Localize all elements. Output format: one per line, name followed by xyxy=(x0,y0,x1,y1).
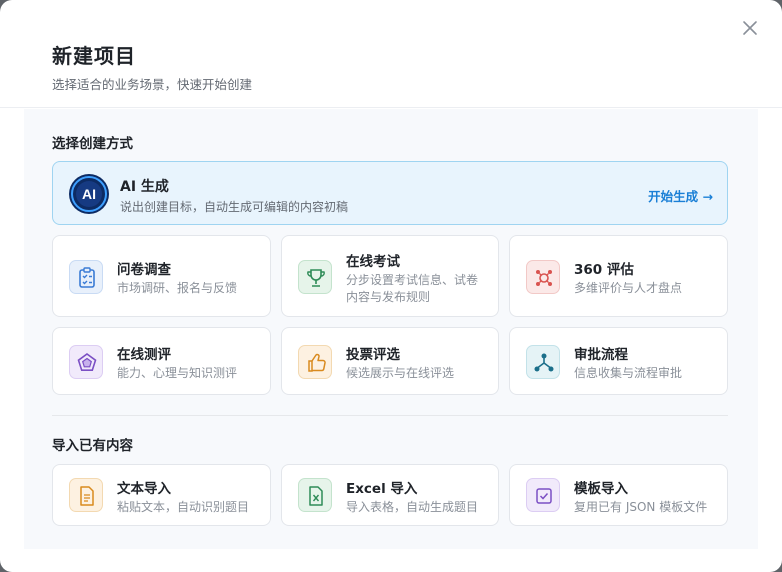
close-icon xyxy=(743,21,757,35)
excel-file-icon xyxy=(298,478,332,512)
close-button[interactable] xyxy=(740,18,760,38)
ai-card-title: AI 生成 xyxy=(120,179,169,195)
card-desc: 市场调研、报名与反馈 xyxy=(117,281,238,295)
card-desc: 候选展示与在线评选 xyxy=(346,366,455,380)
new-project-dialog: 新建项目 选择适合的业务场景，快速开始创建 选择创建方式 AI AI 生成 说出… xyxy=(0,0,782,572)
card-title: 在线测评 xyxy=(117,347,171,363)
card-desc: 复用已有 JSON 模板文件 xyxy=(574,500,708,514)
card-title: 投票评选 xyxy=(346,347,400,363)
trophy-icon xyxy=(298,260,332,294)
card-title: 文本导入 xyxy=(117,481,171,497)
card-online-exam[interactable]: 在线考试 分步设置考试信息、试卷内容与发布规则 xyxy=(281,235,499,317)
workflow-icon xyxy=(526,345,560,379)
card-assessment[interactable]: 在线测评 能力、心理与知识测评 xyxy=(52,327,271,395)
card-title: 360 评估 xyxy=(574,262,634,278)
ai-logo-icon: AI xyxy=(69,174,109,214)
card-title: 模板导入 xyxy=(574,481,628,497)
ai-logo-text: AI xyxy=(82,186,96,202)
dialog-title: 新建项目 xyxy=(52,44,136,68)
card-desc: 多维评价与人才盘点 xyxy=(574,281,683,295)
card-approval[interactable]: 审批流程 信息收集与流程审批 xyxy=(509,327,728,395)
text-document-icon xyxy=(69,478,103,512)
ai-generate-card[interactable]: AI AI 生成 说出创建目标，自动生成可编辑的内容初稿 开始生成 → xyxy=(52,161,728,225)
start-generate-link[interactable]: 开始生成 → xyxy=(648,186,713,205)
ai-card-desc: 说出创建目标，自动生成可编辑的内容初稿 xyxy=(120,200,349,214)
radar-pentagon-icon xyxy=(69,345,103,379)
thumbs-up-icon xyxy=(298,345,332,379)
card-desc: 信息收集与流程审批 xyxy=(574,366,683,380)
section-title-import: 导入已有内容 xyxy=(52,438,133,454)
card-desc: 导入表格，自动生成题目 xyxy=(346,500,479,514)
card-title: 审批流程 xyxy=(574,347,628,363)
card-title: 在线考试 xyxy=(346,254,400,270)
card-title: 问卷调查 xyxy=(117,262,171,278)
card-voting[interactable]: 投票评选 候选展示与在线评选 xyxy=(281,327,499,395)
section-divider xyxy=(52,415,728,416)
dialog-header: 新建项目 选择适合的业务场景，快速开始创建 xyxy=(0,0,782,108)
card-survey[interactable]: 问卷调查 市场调研、报名与反馈 xyxy=(52,235,271,317)
card-desc: 分步设置考试信息、试卷内容与发布规则 xyxy=(346,273,479,304)
card-title: Excel 导入 xyxy=(346,481,418,497)
card-text-import[interactable]: 文本导入 粘贴文本，自动识别题目 xyxy=(52,464,271,526)
card-360-review[interactable]: 360 评估 多维评价与人才盘点 xyxy=(509,235,728,317)
section-title-create: 选择创建方式 xyxy=(52,136,133,152)
clipboard-checklist-icon xyxy=(69,260,103,294)
card-template-import[interactable]: 模板导入 复用已有 JSON 模板文件 xyxy=(509,464,728,526)
network-target-icon xyxy=(526,260,560,294)
card-desc: 粘贴文本，自动识别题目 xyxy=(117,500,250,514)
card-excel-import[interactable]: Excel 导入 导入表格，自动生成题目 xyxy=(281,464,499,526)
template-check-icon xyxy=(526,478,560,512)
dialog-subtitle: 选择适合的业务场景，快速开始创建 xyxy=(52,77,253,92)
card-desc: 能力、心理与知识测评 xyxy=(117,366,238,380)
